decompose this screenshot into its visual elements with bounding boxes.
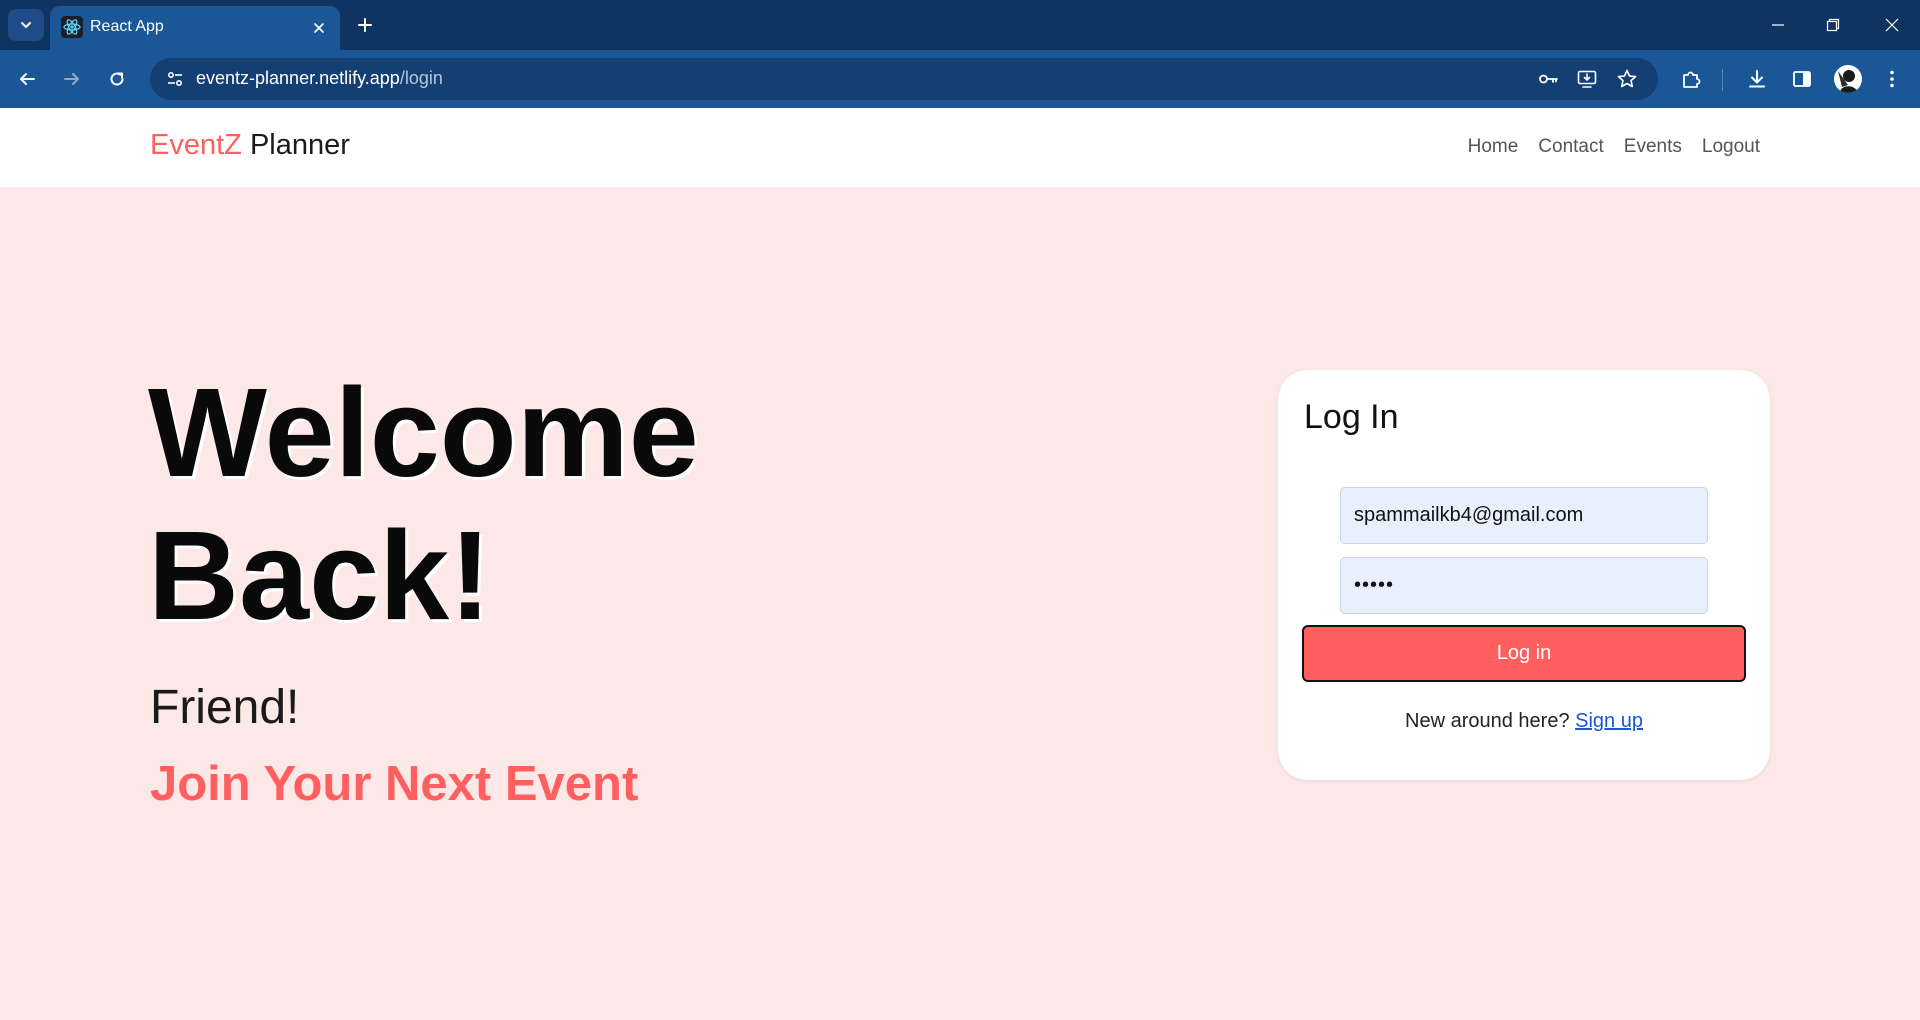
reload-icon [110,72,124,86]
back-button[interactable] [9,61,45,97]
nav-link-contact[interactable]: Contact [1538,136,1603,158]
brand-part-eventz: EventZ [150,129,242,161]
password-field[interactable]: ••••• [1340,557,1708,614]
react-icon [61,16,83,38]
nav-link-events[interactable]: Events [1624,136,1682,158]
close-icon [314,23,324,33]
browser-tab-strip: React App [0,0,1920,50]
downloads-button[interactable] [1739,61,1775,97]
star-icon [1617,69,1637,88]
restore-button[interactable] [1813,8,1853,42]
hero-subtitle: Friend! [150,681,300,734]
password-manager-button[interactable] [1533,64,1563,94]
install-app-icon [1577,70,1597,88]
minimize-button[interactable] [1758,8,1798,42]
url-path: /login [399,68,443,88]
nav-link-home[interactable]: Home [1468,136,1519,158]
side-panel-button[interactable] [1784,61,1820,97]
arrow-right-icon [64,73,79,85]
hero-tagline: Join Your Next Event [150,757,639,811]
signup-prompt: New around here? Sign up [1278,710,1770,733]
reload-button[interactable] [99,61,135,97]
toolbar-separator [1722,69,1723,91]
key-icon [1539,74,1558,84]
site-info-button[interactable] [160,64,190,94]
signup-link[interactable]: Sign up [1575,710,1643,732]
restore-icon [1826,18,1840,32]
forward-button[interactable] [54,61,90,97]
brand-logo[interactable]: EventZ Planner [150,129,350,162]
profile-avatar[interactable] [1834,65,1862,93]
browser-menu-button[interactable] [1874,61,1910,97]
tune-icon [167,71,183,87]
minimize-icon [1772,24,1784,26]
tab-search-button[interactable] [8,9,44,41]
address-bar[interactable]: eventz-planner.netlify.app/login [150,58,1658,100]
hero-title-line1: Welcome [148,362,699,503]
new-tab-button[interactable] [350,10,380,40]
signup-prompt-text: New around here? [1405,710,1570,732]
nav-link-logout[interactable]: Logout [1702,136,1760,158]
nav-links: Home Contact Events Logout [1468,136,1760,158]
extensions-button[interactable] [1673,61,1709,97]
site-navbar: EventZ Planner Home Contact Events Logou… [0,108,1920,187]
install-app-button[interactable] [1572,64,1602,94]
url-text: eventz-planner.netlify.app/login [196,68,443,89]
url-host: eventz-planner.netlify.app [196,68,400,88]
tab-close-button[interactable] [307,16,331,40]
hero-title-line2: Back! [148,505,492,646]
login-card: Log In spammailkb4@gmail.com ••••• Log i… [1278,370,1770,780]
puzzle-icon [1683,71,1701,88]
bookmark-button[interactable] [1612,64,1642,94]
arrow-left-icon [20,73,35,85]
login-title: Log In [1304,398,1399,436]
plus-icon [358,18,372,32]
side-panel-icon [1793,71,1811,87]
brand-part-planner: Planner [249,129,350,161]
email-field[interactable]: spammailkb4@gmail.com [1340,487,1708,544]
login-button[interactable]: Log in [1302,625,1746,682]
close-window-button[interactable] [1872,8,1912,42]
chevron-down-icon [21,22,31,29]
tab-title: React App [90,18,164,35]
download-icon [1749,70,1765,88]
browser-toolbar: eventz-planner.netlify.app/login [0,50,1920,108]
kebab-menu-icon [1890,70,1894,88]
browser-tab-active[interactable]: React App [50,6,340,50]
close-icon [1885,18,1899,32]
